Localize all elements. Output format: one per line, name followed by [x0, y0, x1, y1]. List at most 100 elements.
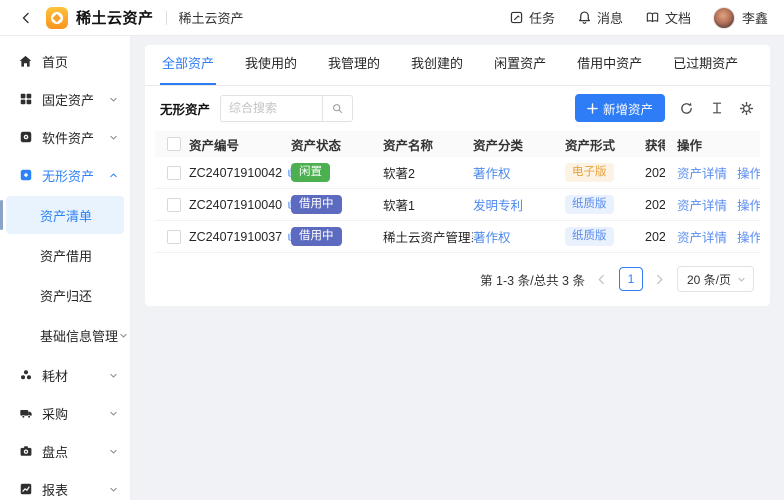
asset-detail-link[interactable]: 资产详情 — [677, 195, 727, 214]
grid-icon — [18, 92, 33, 107]
search-button[interactable] — [322, 95, 353, 122]
table-body: ZC24071910042 闲置 软著2 著作权 电子版 202 资产详情 操作… — [155, 157, 760, 253]
user-menu[interactable]: 李鑫 — [713, 7, 768, 29]
row-actions-dropdown[interactable]: 操作 — [737, 195, 760, 214]
table-row: ZC24071910037 借用中 稀土云资产管理系统 著作权 纸质版 202 … — [155, 221, 760, 253]
acquired-date: 202 — [645, 230, 665, 244]
asset-code: ZC24071910037 — [189, 230, 282, 244]
search-icon — [331, 102, 344, 115]
tab-borrowed-assets[interactable]: 借用中资产 — [575, 45, 644, 85]
col-asset-category: 资产分类 — [473, 135, 565, 154]
sidebar-item-home[interactable]: 首页 — [0, 42, 130, 80]
app-logo-icon — [46, 7, 68, 29]
asset-table: 资产编号 资产状态 资产名称 资产分类 资产形式 获得 操作 ZC2407191… — [155, 131, 760, 253]
col-asset-name: 资产名称 — [383, 135, 473, 154]
tab-my-created[interactable]: 我创建的 — [409, 45, 465, 85]
messages-label: 消息 — [597, 8, 623, 27]
sidebar-item-software-assets[interactable]: 软件资产 — [0, 118, 130, 156]
asset-form-tag: 电子版 — [565, 163, 614, 182]
chevron-down-icon — [737, 275, 746, 284]
tab-my-managed[interactable]: 我管理的 — [326, 45, 382, 85]
tab-expired-assets[interactable]: 已过期资产 — [671, 45, 740, 85]
search-group — [220, 95, 353, 122]
row-checkbox[interactable] — [167, 166, 181, 180]
documents-button[interactable]: 文档 — [645, 8, 691, 27]
asset-category-link[interactable]: 著作权 — [473, 227, 511, 246]
sidebar-item-asset-list[interactable]: 资产清单 — [6, 196, 124, 234]
chevron-down-icon — [108, 408, 118, 418]
sidebar-item-basic-info[interactable]: 基础信息管理 — [6, 316, 124, 354]
select-all-checkbox[interactable] — [167, 137, 181, 151]
row-actions-dropdown[interactable]: 操作 — [737, 227, 760, 246]
refresh-icon[interactable] — [678, 100, 695, 117]
asset-category-link[interactable]: 著作权 — [473, 163, 511, 182]
app-title: 稀土云资产 — [76, 7, 154, 28]
header-divider — [166, 11, 167, 25]
status-badge: 借用中 — [291, 227, 342, 246]
page-size-select[interactable]: 20 条/页 — [677, 266, 754, 292]
col-acquired: 获得 — [645, 135, 665, 154]
back-chevron-icon[interactable] — [16, 8, 36, 28]
report-icon — [18, 482, 33, 497]
asset-category-link[interactable]: 发明专利 — [473, 195, 523, 214]
tasks-button[interactable]: 任务 — [509, 8, 555, 27]
chevron-down-icon — [118, 330, 128, 340]
tab-idle-assets[interactable]: 闲置资产 — [492, 45, 548, 85]
tab-my-used[interactable]: 我使用的 — [243, 45, 299, 85]
stocktake-icon — [18, 444, 33, 459]
sidebar-item-asset-borrow[interactable]: 资产借用 — [6, 236, 124, 274]
home-icon — [18, 54, 33, 69]
documents-label: 文档 — [665, 8, 691, 27]
acquired-date: 202 — [645, 166, 665, 180]
header-actions: 任务 消息 文档 李鑫 — [509, 7, 768, 29]
plus-icon — [587, 103, 598, 114]
asset-form-tag: 纸质版 — [565, 195, 614, 214]
column-settings-gear-icon[interactable] — [738, 100, 755, 117]
pagination-summary: 第 1-3 条/总共 3 条 — [480, 270, 585, 289]
status-badge: 借用中 — [291, 195, 342, 214]
tasks-label: 任务 — [529, 8, 555, 27]
row-actions-dropdown[interactable]: 操作 — [737, 163, 760, 182]
table-row: ZC24071910040 借用中 软著1 发明专利 纸质版 202 资产详情 … — [155, 189, 760, 221]
document-icon — [645, 10, 660, 25]
user-name: 李鑫 — [742, 8, 768, 27]
tab-all-assets[interactable]: 全部资产 — [160, 45, 216, 85]
sidebar-item-intangible-assets[interactable]: 无形资产 — [0, 156, 130, 194]
bell-icon — [577, 10, 592, 25]
tab-bar: 全部资产 我使用的 我管理的 我创建的 闲置资产 借用中资产 已过期资产 — [145, 45, 770, 86]
col-asset-code: 资产编号 — [189, 135, 291, 154]
sidebar-item-reports[interactable]: 报表 — [0, 470, 130, 500]
asset-detail-link[interactable]: 资产详情 — [677, 227, 727, 246]
col-actions: 操作 — [665, 135, 760, 154]
table-header-row: 资产编号 资产状态 资产名称 资产分类 资产形式 获得 操作 — [155, 131, 760, 157]
breadcrumb: 稀土云资产 — [179, 8, 244, 27]
sidebar-item-purchase[interactable]: 采购 — [0, 394, 130, 432]
messages-button[interactable]: 消息 — [577, 8, 623, 27]
add-asset-button[interactable]: 新增资产 — [575, 94, 665, 122]
row-checkbox[interactable] — [167, 230, 181, 244]
sidebar-item-fixed-assets[interactable]: 固定资产 — [0, 80, 130, 118]
page-number[interactable]: 1 — [619, 267, 643, 291]
consumables-icon — [18, 368, 33, 383]
asset-code: ZC24071910040 — [189, 198, 282, 212]
asset-code: ZC24071910042 — [189, 166, 282, 180]
asset-form-tag: 纸质版 — [565, 227, 614, 246]
sidebar: 首页 固定资产 软件资产 无形资产 — [0, 36, 131, 500]
sidebar-submenu: 资产清单 资产借用 资产归还 基础信息管理 — [0, 196, 130, 354]
row-checkbox[interactable] — [167, 198, 181, 212]
search-input[interactable] — [220, 95, 322, 122]
chevron-down-icon — [108, 370, 118, 380]
sidebar-item-stocktake[interactable]: 盘点 — [0, 432, 130, 470]
purchase-icon — [18, 406, 33, 421]
toolbar-row: 无形资产 新增资产 — [145, 86, 770, 129]
filter-label: 无形资产 — [160, 99, 210, 118]
row-height-icon[interactable] — [708, 100, 725, 117]
next-page-icon[interactable] — [654, 274, 666, 285]
sidebar-item-asset-return[interactable]: 资产归还 — [6, 276, 124, 314]
chevron-down-icon — [108, 132, 118, 142]
prev-page-icon[interactable] — [596, 274, 608, 285]
asset-detail-link[interactable]: 资产详情 — [677, 163, 727, 182]
sidebar-item-consumables[interactable]: 耗材 — [0, 356, 130, 394]
chevron-down-icon — [108, 94, 118, 104]
task-icon — [509, 10, 524, 25]
